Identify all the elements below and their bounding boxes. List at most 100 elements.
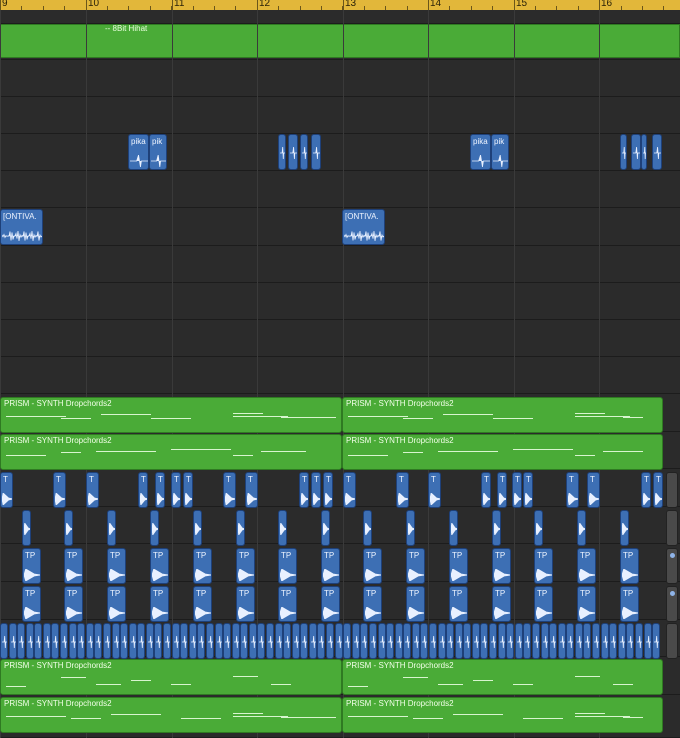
audio-region[interactable] [232, 623, 240, 659]
audio-region[interactable] [395, 623, 403, 659]
audio-region[interactable] [549, 623, 557, 659]
audio-region[interactable] [534, 510, 543, 546]
audio-region[interactable] [206, 623, 214, 659]
audio-region[interactable] [369, 623, 377, 659]
audio-region[interactable] [352, 623, 360, 659]
midi-region[interactable]: PRISM - SYNTH Dropchords2 [342, 697, 663, 733]
audio-region[interactable] [631, 134, 641, 170]
audio-region[interactable] [26, 623, 34, 659]
audio-region[interactable] [9, 623, 17, 659]
audio-region[interactable]: T [86, 472, 99, 508]
audio-region[interactable]: TP [150, 548, 169, 584]
audio-region[interactable]: TP [22, 586, 41, 622]
audio-region[interactable]: [ONTIVA. [342, 209, 385, 245]
audio-region[interactable] [129, 623, 137, 659]
audio-region[interactable] [180, 623, 188, 659]
audio-region[interactable] [363, 510, 372, 546]
audio-region[interactable] [652, 623, 660, 659]
audio-region[interactable] [321, 510, 330, 546]
audio-region[interactable]: TP [363, 586, 382, 622]
audio-region[interactable] [311, 134, 321, 170]
audio-region[interactable] [189, 623, 197, 659]
audio-region[interactable]: T [653, 472, 663, 508]
audio-region[interactable] [492, 510, 501, 546]
audio-region[interactable] [541, 623, 549, 659]
audio-region[interactable]: pika [128, 134, 149, 170]
audio-region[interactable]: T [523, 472, 533, 508]
audio-region[interactable] [112, 623, 120, 659]
audio-region[interactable] [618, 623, 626, 659]
audio-region[interactable] [43, 623, 51, 659]
audio-region[interactable] [86, 623, 94, 659]
audio-region[interactable]: TP [363, 548, 382, 584]
audio-region[interactable]: T [512, 472, 522, 508]
audio-region[interactable] [77, 623, 85, 659]
audio-region[interactable] [137, 623, 145, 659]
audio-region[interactable]: TP [107, 548, 126, 584]
audio-region[interactable]: TP [193, 586, 212, 622]
audio-region[interactable] [266, 623, 274, 659]
audio-region[interactable]: T [53, 472, 66, 508]
audio-region[interactable]: T [587, 472, 600, 508]
audio-region[interactable]: T [223, 472, 236, 508]
track-scroll-handle[interactable] [666, 472, 678, 508]
audio-region[interactable]: TP [449, 548, 468, 584]
audio-region[interactable] [193, 510, 202, 546]
audio-region[interactable]: T [323, 472, 333, 508]
audio-region[interactable]: T [0, 472, 13, 508]
audio-region[interactable] [575, 623, 583, 659]
audio-region[interactable] [446, 623, 454, 659]
audio-region[interactable] [463, 623, 471, 659]
audio-region[interactable]: T [155, 472, 165, 508]
audio-region[interactable] [429, 623, 437, 659]
audio-region[interactable] [172, 623, 180, 659]
audio-region[interactable]: TP [406, 586, 425, 622]
audio-region[interactable] [69, 623, 77, 659]
midi-region[interactable]: PRISM - SYNTH Dropchords2 [0, 397, 342, 433]
audio-region[interactable] [455, 623, 463, 659]
audio-region[interactable]: TP [492, 548, 511, 584]
midi-region[interactable]: PRISM - SYNTH Dropchords2 [342, 659, 663, 695]
audio-region[interactable]: TP [406, 548, 425, 584]
audio-region[interactable] [506, 623, 514, 659]
audio-region[interactable] [360, 623, 368, 659]
audio-region[interactable]: TP [64, 586, 83, 622]
audio-region[interactable] [498, 623, 506, 659]
audio-region[interactable] [249, 623, 257, 659]
audio-region[interactable] [335, 623, 343, 659]
audio-region[interactable]: TP [64, 548, 83, 584]
audio-region[interactable] [215, 623, 223, 659]
audio-region[interactable] [146, 623, 154, 659]
audio-region[interactable]: TP [236, 586, 255, 622]
audio-region[interactable] [601, 623, 609, 659]
audio-region[interactable] [197, 623, 205, 659]
audio-region[interactable] [378, 623, 386, 659]
midi-region[interactable]: PRISM - SYNTH Dropchords2 [0, 434, 342, 470]
audio-region[interactable] [583, 623, 591, 659]
audio-region[interactable] [283, 623, 291, 659]
audio-region[interactable]: TP [534, 548, 553, 584]
audio-region[interactable] [163, 623, 171, 659]
audio-region[interactable] [523, 623, 531, 659]
audio-region[interactable] [309, 623, 317, 659]
audio-region[interactable]: T [566, 472, 579, 508]
audio-region[interactable] [278, 134, 286, 170]
audio-region[interactable]: TP [278, 586, 297, 622]
audio-region[interactable]: T [171, 472, 181, 508]
audio-region[interactable] [652, 134, 662, 170]
audio-region[interactable] [449, 510, 458, 546]
audio-region[interactable] [120, 623, 128, 659]
track-scroll-handle[interactable] [666, 548, 678, 584]
audio-region[interactable] [620, 510, 629, 546]
audio-region[interactable]: T [343, 472, 356, 508]
audio-region[interactable] [480, 623, 488, 659]
audio-region[interactable] [403, 623, 411, 659]
audio-region[interactable]: TP [534, 586, 553, 622]
audio-region[interactable]: pika [470, 134, 491, 170]
audio-region[interactable]: TP [321, 548, 340, 584]
audio-region[interactable] [94, 623, 102, 659]
audio-region[interactable] [644, 623, 652, 659]
audio-region[interactable] [17, 623, 25, 659]
track-scroll-handle[interactable] [666, 586, 678, 622]
audio-region[interactable] [103, 623, 111, 659]
